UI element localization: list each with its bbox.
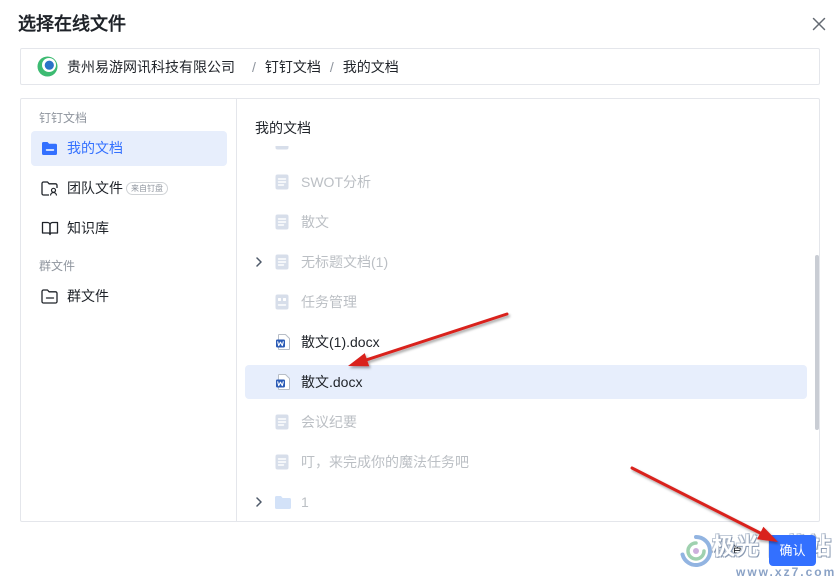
file-row[interactable]: [245, 146, 807, 159]
chevron-right-icon[interactable]: [255, 497, 263, 507]
file-name: 散文.docx: [301, 374, 363, 390]
folder-icon: [41, 289, 58, 304]
book-icon: [41, 221, 59, 236]
dialog-title: 选择在线文件: [18, 14, 126, 34]
sidebar-item-label: 团队文件: [67, 180, 123, 196]
sidebar-item-group-files[interactable]: 群文件: [31, 279, 227, 314]
table-icon: [275, 294, 289, 310]
file-row[interactable]: 会议纪要: [245, 405, 807, 439]
sidebar-section-label: 钉钉文档: [39, 111, 88, 125]
file-list-items: SWOT分析 散文 无标题文档(1) 任务管理 散文(1).docx 散文.do…: [238, 146, 814, 520]
file-name: 散文(1).docx: [301, 334, 380, 350]
doc-icon: [275, 454, 289, 470]
sidebar-item-team-files[interactable]: 团队文件 来自钉盘: [31, 171, 227, 206]
file-name: 会议纪要: [301, 414, 357, 430]
doc-icon: [275, 214, 289, 230]
folder-icon: [275, 496, 291, 509]
word-icon: [276, 374, 290, 390]
doc-icon: [275, 254, 289, 270]
sidebar-item-my-docs[interactable]: 我的文档: [31, 131, 227, 166]
sidebar-item-label: 知识库: [67, 220, 109, 236]
sidebar-item-label: 我的文档: [67, 140, 123, 156]
doc-icon: [275, 174, 289, 190]
folder-filled-icon: [42, 142, 57, 155]
breadcrumb-separator: /: [252, 58, 256, 75]
doc-icon: [275, 146, 289, 150]
folder-heading: 我的文档: [255, 120, 311, 136]
file-name: SWOT分析: [301, 174, 371, 190]
file-row[interactable]: 散文(1).docx: [245, 325, 807, 359]
file-row[interactable]: 叮，来完成你的魔法任务吧: [245, 445, 807, 479]
scrollbar-thumb[interactable]: [815, 255, 819, 430]
breadcrumb-org[interactable]: 贵州易游网讯科技有限公司: [67, 57, 235, 77]
sidebar-section-label: 群文件: [39, 259, 76, 273]
close-icon[interactable]: [812, 17, 826, 31]
cancel-button[interactable]: 取消: [704, 535, 754, 566]
breadcrumb-item-current: 我的文档: [342, 58, 399, 75]
file-name: 叮，来完成你的魔法任务吧: [301, 454, 469, 470]
chevron-right-icon[interactable]: [255, 257, 263, 267]
file-picker-panel: 钉钉文档 我的文档 团队文件 来自钉盘 知识库 群文件 群文件 我的文档 SWO…: [20, 98, 820, 522]
file-list[interactable]: SWOT分析 散文 无标题文档(1) 任务管理 散文(1).docx 散文.do…: [238, 146, 814, 520]
breadcrumb: 贵州易游网讯科技有限公司 / 钉钉文档 / 我的文档: [20, 48, 820, 85]
file-name: 1: [301, 494, 309, 510]
sidebar-item-knowledge-base[interactable]: 知识库: [31, 211, 227, 246]
sidebar-item-label: 群文件: [67, 288, 109, 304]
team-folder-icon: [41, 181, 58, 196]
file-row[interactable]: 1: [245, 485, 807, 519]
source-badge: 来自钉盘: [126, 182, 168, 195]
sidebar: 钉钉文档 我的文档 团队文件 来自钉盘 知识库 群文件 群文件: [21, 99, 237, 521]
doc-icon: [275, 414, 289, 430]
file-row[interactable]: SWOT分析: [245, 165, 807, 199]
file-row[interactable]: 无标题文档(1): [245, 245, 807, 279]
org-logo-icon: [37, 56, 58, 77]
file-name: 散文: [301, 214, 329, 230]
word-icon: [276, 334, 290, 350]
file-row-selected[interactable]: 散文.docx: [245, 365, 807, 399]
file-name: 无标题文档(1): [301, 254, 389, 270]
breadcrumb-item[interactable]: 钉钉文档: [265, 57, 321, 77]
file-name: 任务管理: [301, 294, 357, 310]
breadcrumb-separator: /: [329, 58, 334, 75]
file-row[interactable]: 散文: [245, 205, 807, 239]
file-row[interactable]: 任务管理: [245, 285, 807, 319]
watermark-url: www.xz7.com: [736, 565, 837, 579]
confirm-button[interactable]: 确认: [769, 535, 816, 566]
